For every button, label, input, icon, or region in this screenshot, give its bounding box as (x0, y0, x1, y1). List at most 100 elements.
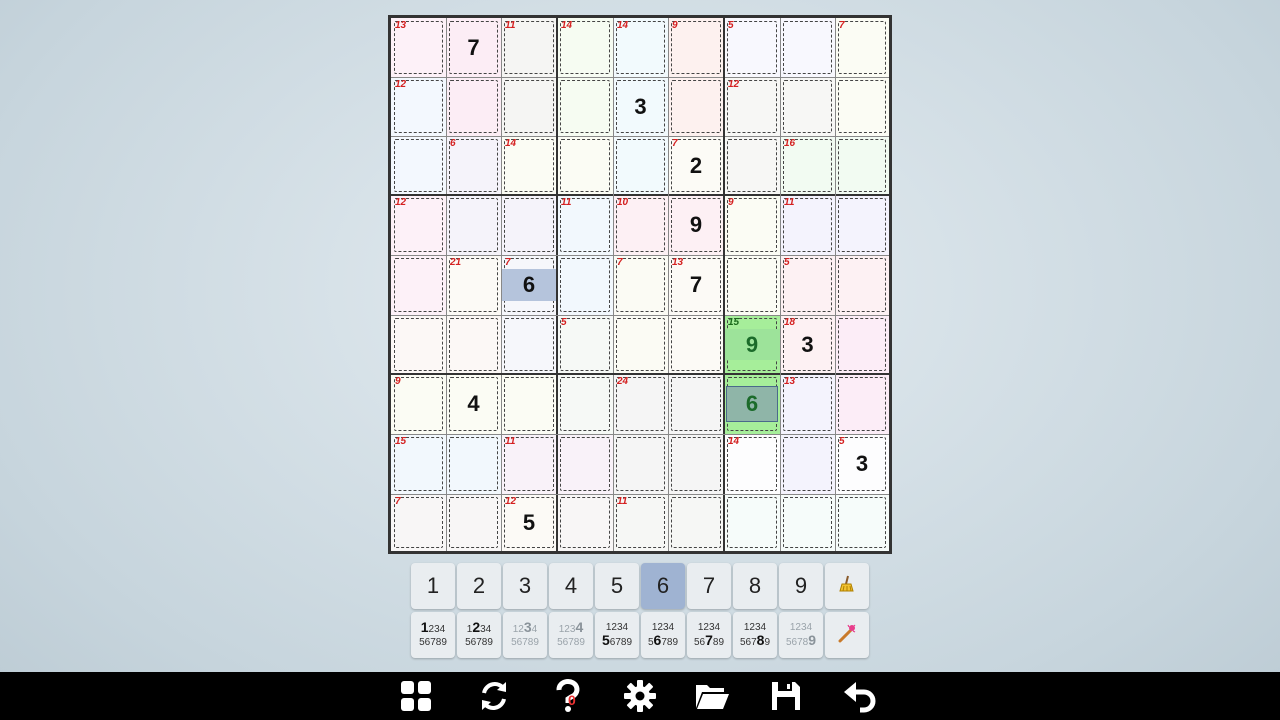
cell-r3c9[interactable] (835, 136, 889, 195)
cell-r4c4[interactable]: 11 (557, 195, 613, 255)
cell-r8c4[interactable] (557, 434, 613, 494)
cell-r4c8[interactable]: 11 (780, 195, 835, 255)
candidate-button-7[interactable]: 1234 56789 (687, 612, 731, 658)
digit-button-5[interactable]: 5 (595, 563, 639, 609)
cell-r9c7[interactable] (724, 494, 780, 551)
cell-r3c1[interactable] (391, 136, 446, 195)
cell-r3c2[interactable]: 6 (446, 136, 501, 195)
cell-r3c7[interactable] (724, 136, 780, 195)
cell-r6c8[interactable]: 18 3 (780, 315, 835, 374)
cell-r6c1[interactable] (391, 315, 446, 374)
candidate-button-4[interactable]: 1234 56789 (549, 612, 593, 658)
cell-r8c9[interactable]: 53 (835, 434, 889, 494)
cell-r9c6[interactable] (668, 494, 724, 551)
cell-r6c9[interactable] (835, 315, 889, 374)
cell-r2c3[interactable] (501, 77, 557, 136)
candidate-button-1[interactable]: 1234 56789 (411, 612, 455, 658)
cell-r9c8[interactable] (780, 494, 835, 551)
cell-r8c6[interactable] (668, 434, 724, 494)
cell-r1c6[interactable]: 9 (668, 18, 724, 77)
candidate-button-5[interactable]: 1234 56789 (595, 612, 639, 658)
cell-r6c2[interactable] (446, 315, 501, 374)
cell-r5c6[interactable]: 13 7 (668, 255, 724, 315)
cell-r5c4[interactable] (557, 255, 613, 315)
cell-r2c5[interactable]: 3 (613, 77, 668, 136)
cell-r1c8[interactable] (780, 18, 835, 77)
cell-r1c1[interactable]: 13 (391, 18, 446, 77)
cell-r7c4[interactable] (557, 374, 613, 434)
cell-r8c7[interactable]: 14 (724, 434, 780, 494)
cell-r4c7[interactable]: 9 (724, 195, 780, 255)
cell-r7c2[interactable]: 4 (446, 374, 501, 434)
cell-r9c2[interactable] (446, 494, 501, 551)
cell-r9c3[interactable]: 12 5 (501, 494, 557, 551)
cell-r1c4[interactable]: 14 (557, 18, 613, 77)
candidate-button-6[interactable]: 1234 56789 (641, 612, 685, 658)
cell-r3c6[interactable]: 72 (668, 136, 724, 195)
cell-r6c4[interactable]: 5 (557, 315, 613, 374)
cell-r5c1[interactable] (391, 255, 446, 315)
cell-r4c6[interactable]: 9 (668, 195, 724, 255)
save-button[interactable] (768, 678, 804, 714)
restart-button[interactable] (476, 678, 512, 714)
cell-r3c5[interactable] (613, 136, 668, 195)
cell-r8c3[interactable]: 11 (501, 434, 557, 494)
autofill-button[interactable] (825, 612, 869, 658)
cell-r2c1[interactable]: 12 (391, 77, 446, 136)
cell-r4c5[interactable]: 10 (613, 195, 668, 255)
settings-button[interactable] (622, 678, 658, 714)
cell-r2c8[interactable] (780, 77, 835, 136)
cell-r5c2[interactable]: 21 (446, 255, 501, 315)
cell-r8c8[interactable] (780, 434, 835, 494)
undo-button[interactable] (842, 678, 878, 714)
cell-r3c3[interactable]: 14 (501, 136, 557, 195)
cell-r2c4[interactable] (557, 77, 613, 136)
digit-button-8[interactable]: 8 (733, 563, 777, 609)
digit-button-1[interactable]: 1 (411, 563, 455, 609)
cell-r4c3[interactable] (501, 195, 557, 255)
cell-r2c6[interactable] (668, 77, 724, 136)
cell-r7c8[interactable]: 13 (780, 374, 835, 434)
cell-r6c6[interactable] (668, 315, 724, 374)
cell-r4c1[interactable]: 12 (391, 195, 446, 255)
cell-r5c3[interactable]: 76 (501, 255, 557, 315)
cell-r6c7[interactable]: 15 9 (724, 315, 780, 374)
hint-button[interactable]: 0 (550, 678, 586, 714)
candidate-button-8[interactable]: 1234 56789 (733, 612, 777, 658)
cell-r3c4[interactable] (557, 136, 613, 195)
digit-button-2[interactable]: 2 (457, 563, 501, 609)
cell-r1c5[interactable]: 14 (613, 18, 668, 77)
cell-r9c9[interactable] (835, 494, 889, 551)
cell-r1c3[interactable]: 11 (501, 18, 557, 77)
cell-r2c9[interactable] (835, 77, 889, 136)
cell-r1c7[interactable]: 5 (724, 18, 780, 77)
cell-r8c1[interactable]: 15 (391, 434, 446, 494)
cell-r6c3[interactable] (501, 315, 557, 374)
cell-r7c7[interactable]: 6 (724, 374, 780, 434)
cell-r4c2[interactable] (446, 195, 501, 255)
cell-r9c4[interactable] (557, 494, 613, 551)
cell-r8c2[interactable] (446, 434, 501, 494)
cell-r7c6[interactable] (668, 374, 724, 434)
cell-r3c8[interactable]: 16 (780, 136, 835, 195)
cell-r4c9[interactable] (835, 195, 889, 255)
cell-r9c1[interactable]: 7 (391, 494, 446, 551)
eraser-button[interactable] (825, 563, 869, 609)
cell-r6c5[interactable] (613, 315, 668, 374)
digit-button-3[interactable]: 3 (503, 563, 547, 609)
candidate-button-9[interactable]: 1234 56789 (779, 612, 823, 658)
digit-button-4[interactable]: 4 (549, 563, 593, 609)
cell-r7c1[interactable]: 9 (391, 374, 446, 434)
cell-r7c3[interactable] (501, 374, 557, 434)
cell-r5c8[interactable]: 5 (780, 255, 835, 315)
cell-r8c5[interactable] (613, 434, 668, 494)
candidate-button-2[interactable]: 1234 56789 (457, 612, 501, 658)
menu-button[interactable] (398, 678, 434, 714)
cell-r5c9[interactable] (835, 255, 889, 315)
digit-button-9[interactable]: 9 (779, 563, 823, 609)
cell-r2c2[interactable] (446, 77, 501, 136)
digit-button-7[interactable]: 7 (687, 563, 731, 609)
cell-r1c2[interactable]: 7 (446, 18, 501, 77)
cell-r1c9[interactable]: 7 (835, 18, 889, 77)
cell-r5c5[interactable]: 7 (613, 255, 668, 315)
